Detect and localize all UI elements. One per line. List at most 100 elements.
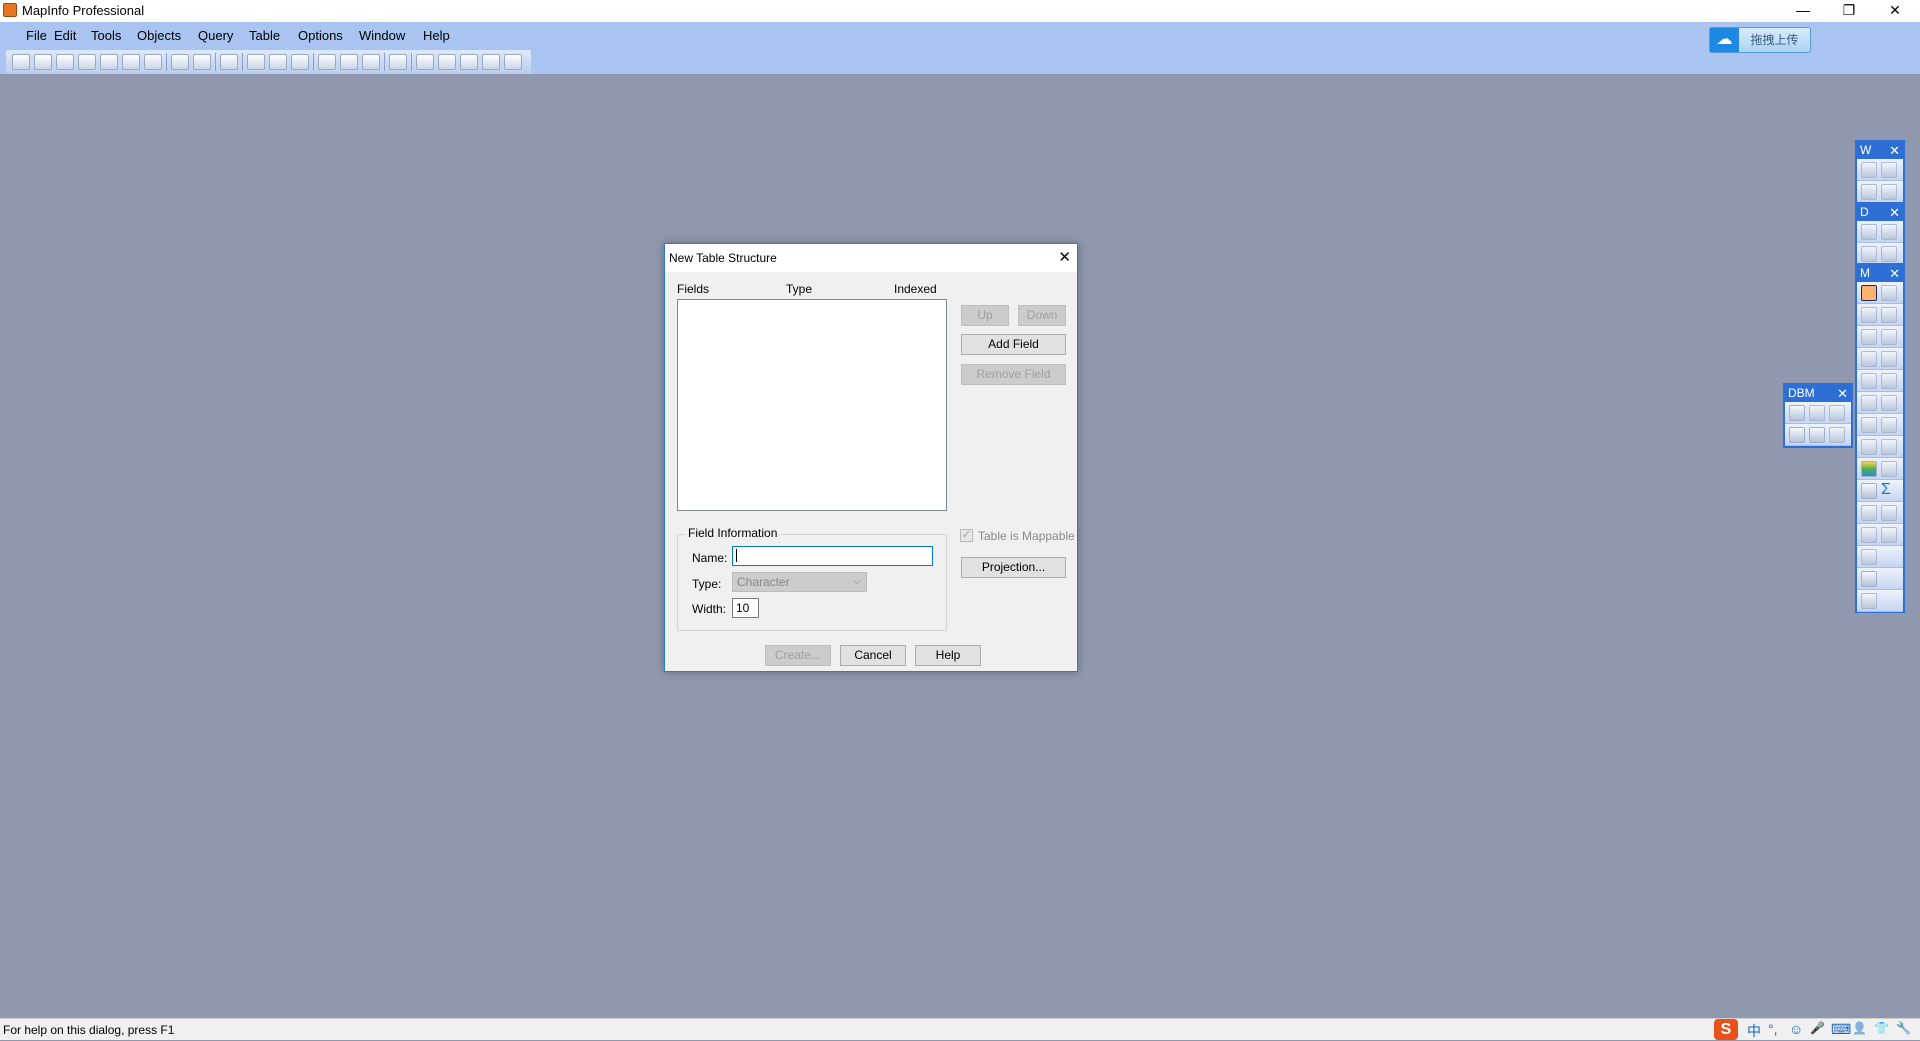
sogou-ime-icon[interactable]: S <box>1714 1019 1738 1040</box>
punctuation-icon[interactable]: °, <box>1768 1021 1778 1037</box>
zoom-in-icon[interactable] <box>1861 373 1877 389</box>
arc-icon[interactable] <box>1881 246 1897 262</box>
zoom-out-icon[interactable] <box>1881 373 1897 389</box>
user-icon[interactable]: 👤 <box>1852 1021 1867 1035</box>
type-select[interactable]: Character ⌵ <box>732 572 867 592</box>
paste-icon[interactable] <box>362 54 380 70</box>
save-workspace-icon[interactable] <box>171 54 189 70</box>
ime-chinese-icon[interactable]: 中 <box>1747 1021 1761 1041</box>
tool-icon[interactable] <box>144 54 162 70</box>
change-view-icon[interactable] <box>1861 395 1877 411</box>
save-window-icon[interactable] <box>247 54 265 70</box>
skin-shirt-icon[interactable]: 👕 <box>1874 1021 1889 1035</box>
drag-window-icon[interactable] <box>1881 439 1897 455</box>
add-field-button[interactable]: Add Field <box>961 334 1066 355</box>
microphone-icon[interactable]: 🎤 <box>1810 1021 1825 1035</box>
browser-icon[interactable] <box>416 54 434 70</box>
add-node-icon[interactable] <box>1861 593 1877 609</box>
set-clip-icon[interactable] <box>1881 505 1897 521</box>
panel-close-button[interactable]: ✕ <box>1889 142 1900 159</box>
unselect-icon[interactable] <box>1881 329 1897 345</box>
restore-button[interactable]: ❐ <box>1826 0 1872 22</box>
map-icon[interactable] <box>438 54 456 70</box>
pan-hand-icon[interactable] <box>1881 395 1897 411</box>
cut-icon[interactable] <box>318 54 336 70</box>
tool-icon[interactable] <box>1881 184 1897 200</box>
boundary-select-icon[interactable] <box>1861 329 1877 345</box>
menu-query[interactable]: Query <box>192 28 239 43</box>
cancel-button[interactable]: Cancel <box>840 645 906 666</box>
statistics-sigma-icon[interactable]: Σ <box>1881 482 1897 499</box>
polygon-select-icon[interactable] <box>1881 307 1897 323</box>
list-icon[interactable] <box>1861 571 1877 587</box>
dbms-connect-icon[interactable] <box>1809 427 1825 443</box>
info-icon[interactable] <box>1861 417 1877 433</box>
mappable-checkbox[interactable]: ✓ <box>960 529 973 542</box>
legend-icon[interactable] <box>1861 483 1877 499</box>
tool-icon[interactable] <box>1861 184 1877 200</box>
menu-tools[interactable]: Tools <box>85 28 127 43</box>
menu-window[interactable]: Window <box>353 28 411 43</box>
keyboard-icon[interactable]: ⌨ <box>1831 1021 1851 1038</box>
redistrict-icon[interactable] <box>504 54 522 70</box>
line-icon[interactable] <box>1881 224 1897 240</box>
link-icon[interactable] <box>100 54 118 70</box>
clip-region-icon[interactable] <box>1861 505 1877 521</box>
marquee-select-icon[interactable] <box>1881 285 1897 301</box>
menu-objects[interactable]: Objects <box>131 28 187 43</box>
import-icon[interactable] <box>122 54 140 70</box>
name-input[interactable] <box>732 546 933 566</box>
projection-button[interactable]: Projection... <box>961 557 1066 578</box>
save-icon[interactable] <box>78 54 96 70</box>
refresh-dbms-icon[interactable] <box>1809 405 1825 421</box>
menu-help[interactable]: Help <box>417 28 456 43</box>
print-icon[interactable] <box>269 54 287 70</box>
cosmetic-icon[interactable] <box>1881 527 1897 543</box>
remove-field-button[interactable]: Remove Field <box>961 364 1066 385</box>
fields-list[interactable] <box>677 299 947 511</box>
close-button[interactable]: ✕ <box>1872 0 1918 22</box>
graph-icon[interactable] <box>460 54 478 70</box>
open-web-icon[interactable] <box>1881 162 1897 178</box>
menu-edit[interactable]: Edit <box>48 28 82 43</box>
help-button[interactable]: Help <box>915 645 981 666</box>
wrench-icon[interactable]: 🔧 <box>1896 1021 1911 1035</box>
upload-button[interactable]: ☁ 拖拽上传 <box>1709 27 1811 53</box>
symbol-icon[interactable] <box>1861 224 1877 240</box>
graph-select-icon[interactable] <box>1881 351 1897 367</box>
new-table-icon[interactable] <box>12 54 30 70</box>
copy-icon[interactable] <box>340 54 358 70</box>
invert-select-icon[interactable] <box>1861 351 1877 367</box>
print-preview-icon[interactable] <box>291 54 309 70</box>
minimize-button[interactable]: — <box>1780 0 1826 22</box>
unlink-icon[interactable] <box>1829 405 1845 421</box>
open-dbms-icon[interactable] <box>1789 405 1805 421</box>
save-copy-icon[interactable] <box>193 54 211 70</box>
emoji-icon[interactable]: ☺ <box>1789 1021 1803 1037</box>
ruler-icon[interactable] <box>1881 461 1897 477</box>
dbms-sql-icon[interactable] <box>1789 427 1805 443</box>
open-icon[interactable] <box>34 54 52 70</box>
open-workspace-icon[interactable] <box>56 54 74 70</box>
menu-table[interactable]: Table <box>243 28 286 43</box>
panel-close-button[interactable]: ✕ <box>1889 204 1900 221</box>
select-arrow-icon[interactable] <box>1861 285 1877 301</box>
polyline-icon[interactable] <box>1861 246 1877 262</box>
layout-icon[interactable] <box>482 54 500 70</box>
panel-close-button[interactable]: ✕ <box>1889 265 1900 282</box>
disconnect-icon[interactable] <box>1829 427 1845 443</box>
scale-bar-icon[interactable] <box>1861 549 1877 565</box>
undo-icon[interactable] <box>389 54 407 70</box>
dialog-close-button[interactable]: ✕ <box>1058 248 1071 266</box>
width-input[interactable]: 10 <box>732 598 759 618</box>
down-button[interactable]: Down <box>1018 305 1066 326</box>
layer-control-icon[interactable] <box>1861 461 1877 477</box>
panel-close-button[interactable]: ✕ <box>1837 385 1848 402</box>
hotlink-icon[interactable] <box>1881 417 1897 433</box>
menu-options[interactable]: Options <box>292 28 349 43</box>
close-table-icon[interactable] <box>220 54 238 70</box>
label-icon[interactable] <box>1861 439 1877 455</box>
radius-select-icon[interactable] <box>1861 307 1877 323</box>
open-table-icon[interactable] <box>1861 162 1877 178</box>
up-button[interactable]: Up <box>961 305 1009 326</box>
